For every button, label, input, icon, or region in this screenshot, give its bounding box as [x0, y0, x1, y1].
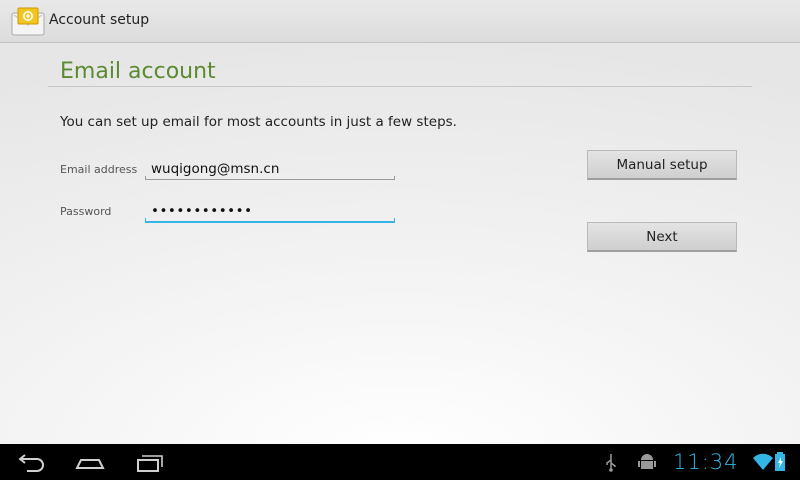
email-envelope-icon[interactable]	[11, 7, 45, 37]
battery-icon	[775, 452, 785, 471]
intro-text: You can set up email for most accounts i…	[60, 114, 457, 130]
email-field[interactable]: wuqigong@msn.cn	[145, 157, 395, 180]
manual-setup-button[interactable]: Manual setup	[587, 150, 737, 180]
email-value: wuqigong@msn.cn	[151, 161, 280, 177]
action-bar: Account setup	[0, 0, 800, 43]
password-value: ••••••••••••	[151, 203, 253, 219]
app-title: Account setup	[49, 12, 150, 28]
wifi-icon	[753, 453, 773, 470]
section-title: Email account	[60, 59, 216, 84]
system-navigation-bar: 11:34	[0, 444, 800, 480]
section-divider	[48, 86, 752, 87]
email-label: Email address	[60, 163, 138, 176]
usb-icon	[606, 454, 616, 472]
android-debug-icon	[638, 454, 656, 469]
status-clock: 11:34	[673, 450, 739, 474]
recent-apps-icon[interactable]	[132, 450, 168, 474]
home-icon[interactable]	[72, 450, 108, 474]
next-button[interactable]: Next	[587, 222, 737, 252]
main-content: Email account You can set up email for m…	[0, 42, 800, 444]
password-field[interactable]: ••••••••••••	[145, 199, 395, 223]
back-icon[interactable]	[13, 450, 49, 474]
password-label: Password	[60, 205, 112, 218]
